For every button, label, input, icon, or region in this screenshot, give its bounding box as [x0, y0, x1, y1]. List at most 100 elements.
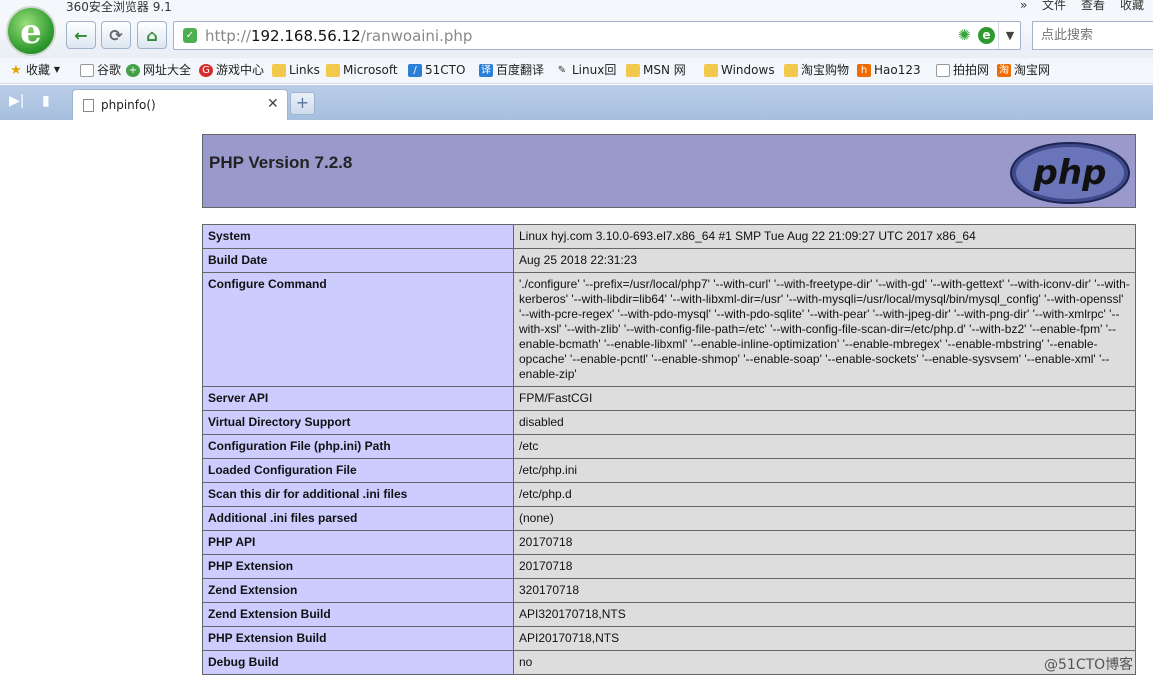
- close-icon[interactable]: ✕: [267, 96, 279, 112]
- folder-icon: [704, 63, 718, 77]
- folder-icon: [272, 63, 286, 77]
- bookmark-msn[interactable]: MSN 网: [626, 63, 686, 77]
- table-row: Additional .ini files parsed (none): [202, 506, 1136, 531]
- page-icon: [936, 63, 950, 77]
- row-key: PHP Extension: [202, 554, 514, 579]
- row-value: (none): [513, 506, 1136, 531]
- browser-chrome: 360安全浏览器 9.1 » 文件 查看 收藏 e ← ⟳ ⌂ ✓ http:/…: [0, 0, 1153, 120]
- refresh-icon: ⟳: [109, 25, 123, 45]
- navigation-bar: e ← ⟳ ⌂ ✓ http://192.168.56.12/ranwoaini…: [0, 6, 1153, 58]
- tab-bar: ▶| ▮ phpinfo() ✕ +: [0, 85, 1153, 120]
- row-value: 20170718: [513, 530, 1136, 555]
- more-menu-chevron[interactable]: »: [1020, 0, 1027, 12]
- plus-icon: +: [295, 93, 310, 112]
- menu-view[interactable]: 查看: [1081, 0, 1105, 12]
- bookmark-windows[interactable]: Windows: [704, 63, 775, 77]
- row-key: PHP API: [202, 530, 514, 555]
- row-key: Additional .ini files parsed: [202, 506, 514, 531]
- table-row: Build Date Aug 25 2018 22:31:23: [202, 248, 1136, 273]
- page-icon: [83, 99, 94, 112]
- row-value: './configure' '--prefix=/usr/local/php7'…: [513, 272, 1136, 387]
- bookmark-taobao[interactable]: 淘淘宝网: [997, 63, 1050, 77]
- row-value: 320170718: [513, 578, 1136, 603]
- folder-icon: [784, 63, 798, 77]
- compat-mode-icon[interactable]: ✺: [958, 28, 971, 43]
- bookmark-hao123[interactable]: h Hao123: [857, 63, 921, 77]
- linux-icon: ✎: [557, 64, 567, 76]
- address-bar[interactable]: ✓ http://192.168.56.12/ranwoaini.php ✺ e…: [173, 21, 1021, 50]
- row-key: PHP Extension Build: [202, 626, 514, 651]
- row-value: API20170718,NTS: [513, 626, 1136, 651]
- row-value: API320170718,NTS: [513, 602, 1136, 627]
- bookmark-microsoft[interactable]: Microsoft: [326, 63, 398, 77]
- row-value: 20170718: [513, 554, 1136, 579]
- info-table: System Linux hyj.com 3.10.0-693.el7.x86_6…: [202, 224, 1136, 675]
- row-key: Zend Extension Build: [202, 602, 514, 627]
- new-tab-button[interactable]: +: [290, 92, 315, 115]
- watermark: @51CTO博客: [1044, 657, 1134, 673]
- php-logo-text: php: [1033, 153, 1107, 193]
- bookmarks-bar: ★ 收藏 ▼ 谷歌 + 网址大全 G 游戏中心 Links Microsoft /51…: [0, 58, 1153, 84]
- row-value: /etc: [513, 434, 1136, 459]
- table-row: Zend Extension 320170718: [202, 578, 1136, 603]
- bookmark-51cto[interactable]: /51CTO: [408, 63, 465, 77]
- row-value: disabled: [513, 410, 1136, 435]
- url-text[interactable]: http://192.168.56.12/ranwoaini.php: [205, 27, 472, 45]
- back-button[interactable]: ←: [66, 21, 96, 49]
- row-key: Build Date: [202, 248, 514, 273]
- table-row: Loaded Configuration File/etc/php.ini: [202, 458, 1136, 483]
- row-value: no: [513, 650, 1136, 675]
- bookmark-url-directory[interactable]: + 网址大全: [126, 63, 191, 77]
- home-button[interactable]: ⌂: [137, 21, 167, 49]
- table-row: Scan this dir for additional .ini files /…: [202, 482, 1136, 507]
- shield-icon[interactable]: ✓: [183, 28, 197, 43]
- php-logo-icon: php: [1010, 142, 1130, 204]
- row-key: Configuration File (php.ini) Path: [202, 434, 514, 459]
- search-input[interactable]: [1032, 21, 1153, 50]
- table-row: PHP API 20170718: [202, 530, 1136, 555]
- globe-icon: +: [126, 63, 140, 77]
- table-row: Virtual Directory Support disabled: [202, 410, 1136, 435]
- row-key: Configure Command: [202, 272, 514, 387]
- bookmark-linux[interactable]: ✎ Linux回: [555, 63, 617, 77]
- tab-title: phpinfo(): [101, 98, 156, 112]
- bookmark-links[interactable]: Links: [272, 63, 320, 77]
- browser-logo-icon[interactable]: e: [6, 6, 56, 56]
- bookmark-google[interactable]: 谷歌: [80, 63, 121, 77]
- row-value: Aug 25 2018 22:31:23: [513, 248, 1136, 273]
- bookmark-baidu-translate[interactable]: 译百度翻译: [479, 63, 544, 77]
- sidebar-toggle-icon[interactable]: ▶|: [9, 93, 24, 109]
- pen-icon: /: [408, 63, 422, 77]
- menu-favorites[interactable]: 收藏: [1120, 0, 1144, 12]
- row-key: Server API: [202, 386, 514, 411]
- php-header: PHP Version 7.2.8 php: [202, 134, 1136, 208]
- folder-icon: [626, 63, 640, 77]
- row-value: FPM/FastCGI: [513, 386, 1136, 411]
- bookmark-favorites[interactable]: ★ 收藏 ▼: [9, 63, 60, 77]
- hao123-icon: h: [857, 63, 871, 77]
- refresh-button[interactable]: ⟳: [101, 21, 131, 49]
- page-icon: [80, 63, 94, 77]
- chevron-down-icon[interactable]: ▼: [998, 22, 1021, 49]
- arrow-left-icon: ←: [74, 25, 88, 45]
- game-icon: G: [199, 63, 213, 77]
- row-key: Virtual Directory Support: [202, 410, 514, 435]
- mobile-icon[interactable]: ▮: [42, 93, 50, 109]
- table-row: System Linux hyj.com 3.10.0-693.el7.x86_6…: [202, 224, 1136, 249]
- home-icon: ⌂: [146, 25, 158, 45]
- row-value: /etc/php.ini: [513, 458, 1136, 483]
- folder-icon: [326, 63, 340, 77]
- bookmark-game-center[interactable]: G 游戏中心: [199, 63, 264, 77]
- app-title: 360安全浏览器 9.1: [66, 0, 172, 14]
- table-row: Configure Command './configure' '--prefix…: [202, 272, 1136, 387]
- tab-phpinfo[interactable]: phpinfo() ✕: [72, 89, 288, 120]
- bookmark-taobao-shopping[interactable]: 淘宝购物: [784, 63, 849, 77]
- ie-engine-icon[interactable]: e: [978, 27, 995, 44]
- table-row: Configuration File (php.ini) Path/etc: [202, 434, 1136, 459]
- row-value: /etc/php.d: [513, 482, 1136, 507]
- page-title: PHP Version 7.2.8: [209, 153, 353, 172]
- bookmark-paipai[interactable]: 拍拍网: [936, 63, 989, 77]
- page-content: PHP Version 7.2.8 php System Linux hyj.co…: [0, 120, 1153, 683]
- menu-file[interactable]: 文件: [1042, 0, 1066, 12]
- table-row: Debug Build no: [202, 650, 1136, 675]
